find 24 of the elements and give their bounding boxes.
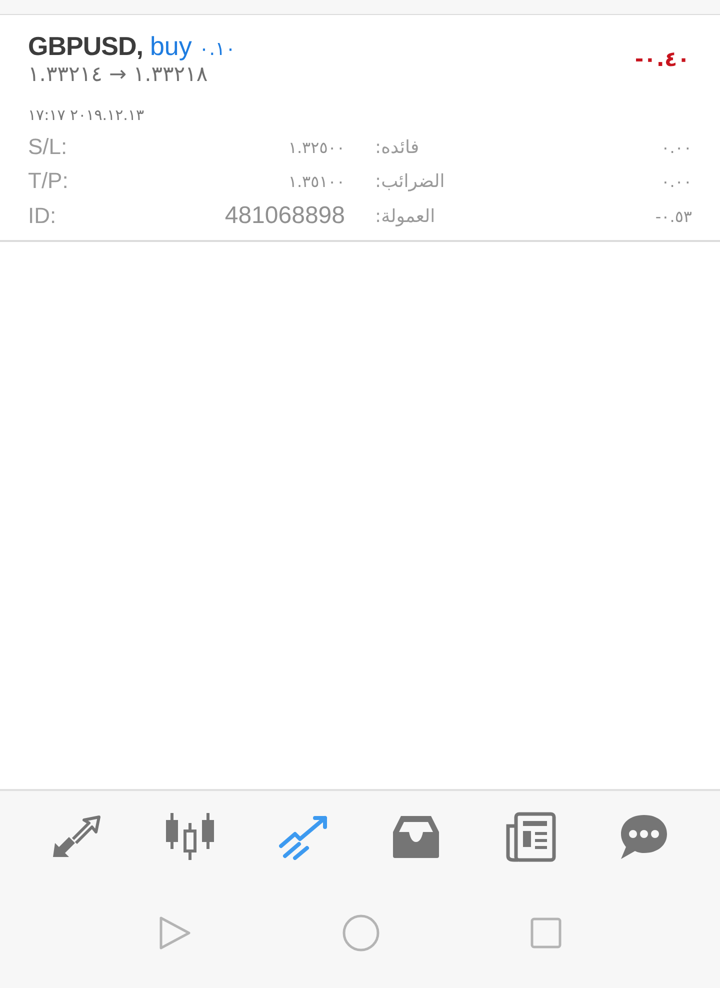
arrows-icon[interactable] [51, 815, 102, 859]
field-value: ٠.٠٠ [660, 138, 692, 156]
price-range: ١.٣٣٢١٤ → ١.٣٣٢١٨ [28, 62, 209, 86]
field-value: ٠.٠٠ [660, 172, 692, 190]
chat-bubble-icon[interactable] [618, 813, 669, 861]
newspaper-icon[interactable] [504, 812, 556, 862]
trend-arrow-icon[interactable] [278, 814, 329, 860]
profit: -٠.٤٠ [634, 46, 691, 70]
field-label: ID: [28, 203, 58, 229]
symbol: GBPUSD, [28, 31, 143, 62]
field-value: -٠.٥٣ [654, 206, 692, 226]
field-label: فائده: [374, 136, 420, 158]
field-value: ١.٣٢٥٠٠ [287, 138, 345, 156]
order-time: ١٧:١٧ ٢٠١٩.١٢.١٣ [28, 106, 146, 124]
field-label: العمولة: [374, 206, 436, 226]
field-value: ١.٣٥١٠٠ [287, 172, 345, 190]
inbox-icon[interactable] [391, 814, 442, 860]
field-value: 481068898 [224, 202, 345, 230]
field-label: T/P: [28, 168, 70, 194]
field-label: S/L: [28, 134, 68, 160]
order-type: buy [150, 31, 192, 62]
candlestick-icon[interactable] [164, 813, 216, 861]
field-label: الضرائب: [374, 170, 446, 192]
volume: ٠.١٠ [198, 38, 236, 60]
